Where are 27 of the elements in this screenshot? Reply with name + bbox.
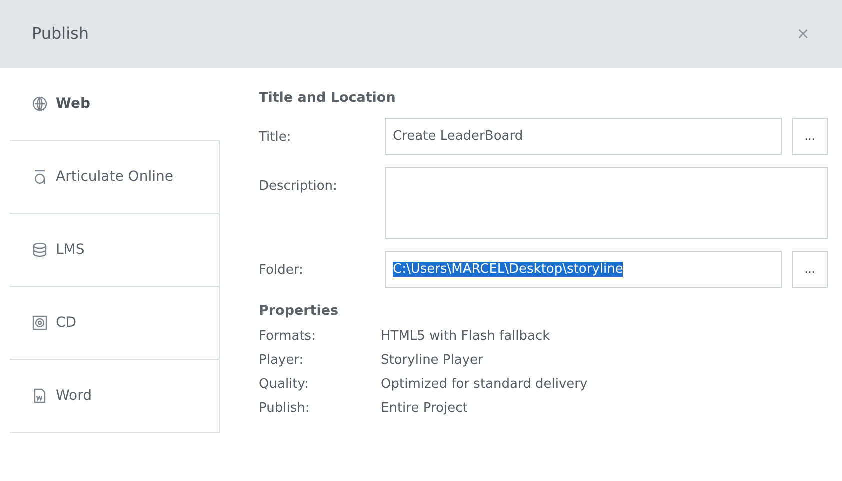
letter-a-icon [32,169,48,185]
database-icon [32,242,48,258]
text-field[interactable]: C:\Users\MARCEL\Desktop\storyline [385,251,782,288]
field-label: Title: [259,129,292,148]
property-value: HTML5 with Flash fallback [381,328,550,346]
property-label: Publish: [259,400,311,418]
text-field[interactable]: Create LeaderBoard [385,118,782,156]
property-label: Player: [259,352,305,370]
sidebar-item[interactable]: Word [10,360,220,433]
sidebar-item[interactable]: CD [10,287,220,360]
section-heading: Title and Location [259,89,397,108]
disc-icon [32,315,48,331]
property-value: Entire Project [381,400,468,418]
section-heading: Properties [259,302,340,322]
dialog-title: Publish [32,23,90,45]
field-label: Description: [259,178,338,196]
property-label: Quality: [259,376,310,394]
browse-button[interactable]: ... [792,251,828,288]
sidebar-item[interactable]: Articulate Online [10,141,220,214]
document-icon [32,388,48,404]
property-label: Formats: [259,328,317,346]
globe-icon [32,96,48,112]
field-label: Folder: [259,262,304,280]
sidebar-item[interactable]: LMS [10,214,220,287]
property-value: Storyline Player [381,352,484,370]
property-value: Optimized for standard delivery [381,376,588,394]
browse-button[interactable]: ... [792,118,828,156]
